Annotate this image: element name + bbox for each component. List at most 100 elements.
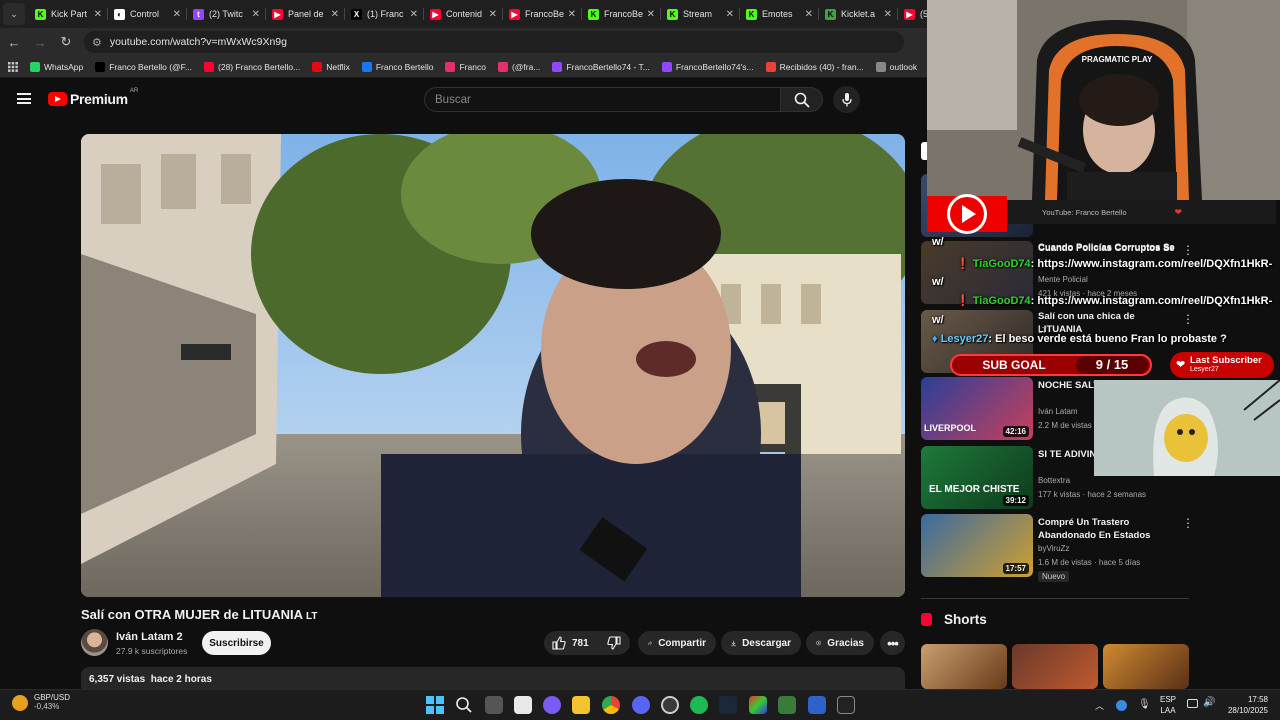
browser-tab[interactable]: K Stream ✕ [661,0,740,28]
spotify-icon[interactable] [690,696,708,714]
short-thumbnail[interactable] [1012,644,1098,689]
rec-menu-icon[interactable]: ⋮ [1182,312,1194,326]
search-input[interactable]: Buscar [424,87,781,112]
discord-icon[interactable] [632,696,650,714]
search-button[interactable] [781,87,823,112]
steam-icon[interactable] [719,696,737,714]
tab-close-icon[interactable]: ✕ [173,9,181,20]
tab-close-icon[interactable]: ✕ [410,9,418,20]
thumb-caption: EL MEJOR CHISTE [929,484,1020,495]
rec-channel[interactable]: Iván Latam [1038,407,1078,416]
channel-name[interactable]: Iván Latam 2 [116,631,183,643]
browser-tab[interactable]: t (2) Twitc ✕ [187,0,266,28]
bookmark-item[interactable]: Franco Bertello (@F... [89,61,198,72]
channel-avatar[interactable] [81,629,108,656]
bookmark-item[interactable]: Franco Bertello [356,61,440,72]
tray-mic-icon[interactable]: 🎙 [1138,699,1151,710]
short-thumbnail[interactable] [921,644,1007,689]
system-clock[interactable]: 17:58 28/10/2025 [1222,694,1268,716]
epic-games-icon[interactable] [837,696,855,714]
rec-thumbnail[interactable]: 17:57 [921,514,1033,577]
thanks-button[interactable]: $ Gracias [806,631,874,655]
widgets-icon[interactable] [514,696,532,714]
tab-close-icon[interactable]: ✕ [489,9,497,20]
app-icon[interactable] [808,696,826,714]
rec-thumbnail[interactable]: EL MEJOR CHISTE 39:12 [921,446,1033,509]
like-button[interactable]: 781 [552,636,589,650]
browser-tab[interactable]: ◐ Control ✕ [108,0,187,28]
bookmark-item[interactable]: (@fra... [492,61,546,72]
bookmark-item[interactable]: (28) Franco Bertello... [198,61,306,72]
tab-close-icon[interactable]: ✕ [94,9,102,20]
bookmark-item[interactable]: Recibidos (40) - fran... [760,61,870,72]
rec-thumbnail[interactable]: LIVERPOOL 42:16 [921,377,1033,440]
bookmark-item[interactable]: outlook [870,61,923,72]
browser-tab[interactable]: K Emotes ✕ [740,0,819,28]
bookmark-item[interactable]: FrancoBertello74 - T... [546,61,655,72]
tab-search-icon[interactable]: ⌄ [3,3,25,25]
rec-channel[interactable]: byViruZz [1038,544,1069,553]
short-thumbnail[interactable] [1103,644,1189,689]
menu-icon[interactable] [17,93,31,104]
site-info-icon[interactable]: ⚙ [92,36,102,49]
ticker-widget[interactable]: GBP/USD -0,43% [12,693,70,711]
recommendation-item[interactable]: 17:57 Compré Un Trastero Abandonado En E… [921,514,1194,582]
browser-tab[interactable]: ▶(5✕ [898,0,927,28]
browser-tab[interactable]: ▶ FrancoBe ✕ [503,0,582,28]
rec-title[interactable]: Cuando Policías Corruptos Se [1038,241,1178,254]
tab-close-icon[interactable]: ✕ [647,9,655,20]
bookmark-item[interactable]: FrancoBertello74's... [656,61,760,72]
subscribe-button[interactable]: Suscribirse [202,631,271,655]
language-indicator[interactable]: ESP LAA [1160,694,1176,716]
app-icon[interactable] [749,696,767,714]
back-icon[interactable]: ← [2,30,26,54]
rec-title[interactable]: Compré Un Trastero Abandonado En Estados… [1038,516,1178,542]
rec-channel[interactable]: Mente Policial [1038,275,1088,284]
browser-tab[interactable]: K Kicklet.a ✕ [819,0,898,28]
url-bar[interactable]: ⚙ youtube.com/watch?v=mWxWc9Xn9g [84,31,904,53]
bookmark-item[interactable]: Franco [439,61,491,72]
tab-close-icon[interactable]: ✕ [805,9,813,20]
rec-duration: 39:12 [1002,495,1029,506]
tab-close-icon[interactable]: ✕ [331,9,339,20]
search-icon[interactable] [455,696,473,714]
share-button[interactable]: Compartir [638,631,716,655]
obs-icon[interactable] [661,696,679,714]
download-button[interactable]: Descargar [721,631,801,655]
tab-close-icon[interactable]: ✕ [252,9,260,20]
windows-start-icon[interactable] [426,696,444,714]
video-player[interactable] [81,134,905,597]
chrome-icon[interactable] [602,696,620,714]
network-icon[interactable] [1187,699,1198,708]
app-icon[interactable] [778,696,796,714]
reload-icon[interactable]: ↻ [54,30,78,54]
tray-app-icon[interactable] [1116,700,1127,711]
browser-tab[interactable]: K FrancoBe ✕ [582,0,661,28]
browser-tab[interactable]: ▶ Contenid ✕ [424,0,503,28]
browser-tab[interactable]: ▶ Panel de ✕ [266,0,345,28]
task-view-icon[interactable] [485,696,503,714]
bookmark-item[interactable]: Netflix [306,61,356,72]
browser-tab[interactable]: X (1) Franc ✕ [345,0,424,28]
tab-close-icon[interactable]: ✕ [884,9,892,20]
chat-text: El beso verde está bueno Fran lo probast… [995,333,1227,345]
volume-icon[interactable]: 🔊 [1203,697,1215,708]
app-icon[interactable] [543,696,561,714]
more-actions-button[interactable]: ••• [880,631,905,655]
tray-chevron-icon[interactable]: ︿ [1095,699,1104,712]
browser-tab[interactable]: K Kick Part ✕ [29,0,108,28]
rec-menu-icon[interactable]: ⋮ [1182,516,1194,530]
tab-title: Stream [683,9,713,19]
rec-menu-icon[interactable]: ⋮ [1182,243,1194,257]
tab-close-icon[interactable]: ✕ [568,9,576,20]
bookmark-item[interactable]: WhatsApp [24,61,89,72]
dislike-button[interactable] [606,636,621,650]
forward-icon[interactable]: → [28,30,52,54]
apps-icon[interactable] [0,61,24,72]
tab-close-icon[interactable]: ✕ [726,9,734,20]
youtube-premium-logo[interactable]: Premium AR [48,88,138,107]
rec-channel[interactable]: Bottextra [1038,476,1070,485]
voice-search-button[interactable] [833,86,860,113]
file-explorer-icon[interactable] [572,696,590,714]
description-box[interactable]: 6,357 vistas hace 2 horas [81,667,905,689]
